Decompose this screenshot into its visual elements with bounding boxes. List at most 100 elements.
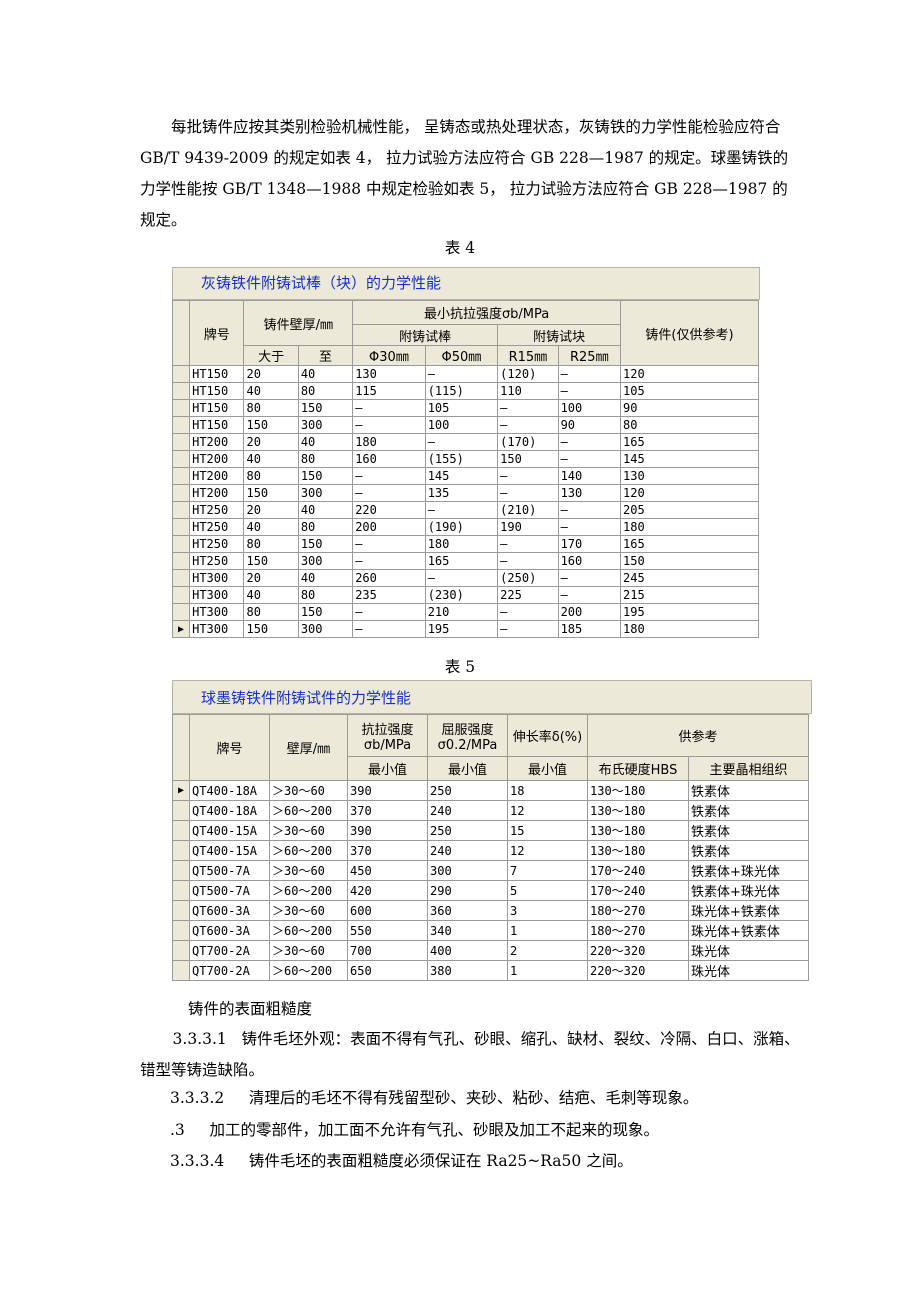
- table-cell[interactable]: 180: [352, 433, 426, 451]
- table-cell[interactable]: 240: [427, 800, 508, 821]
- table-cell[interactable]: 135: [424, 484, 499, 502]
- table-cell[interactable]: 80: [243, 467, 299, 485]
- row-selector[interactable]: [172, 820, 190, 841]
- table-cell[interactable]: ＞30～60: [269, 940, 348, 961]
- table-cell[interactable]: 80: [243, 603, 299, 621]
- table-row[interactable]: HT300 40 80 235 (230) 225—215: [171, 586, 759, 604]
- row-selector[interactable]: [171, 484, 191, 502]
- row-selector[interactable]: [172, 960, 190, 981]
- table-cell[interactable]: 130～180: [587, 780, 689, 801]
- table-cell[interactable]: 220～320: [587, 940, 689, 961]
- table-cell[interactable]: HT150: [189, 365, 245, 383]
- table-cell[interactable]: 165: [620, 433, 759, 451]
- row-selector[interactable]: [171, 467, 191, 485]
- table-cell[interactable]: 160: [557, 552, 622, 570]
- table-cell[interactable]: 90: [557, 416, 622, 434]
- table-cell[interactable]: 150: [497, 450, 559, 468]
- table-cell[interactable]: —: [557, 433, 622, 451]
- table-cell[interactable]: 铁素体: [687, 840, 810, 861]
- table-cell[interactable]: 120: [620, 484, 759, 502]
- table-cell[interactable]: 400: [427, 940, 508, 961]
- table-cell[interactable]: —: [352, 399, 426, 417]
- row-selector-arrow-icon[interactable]: ▶: [171, 620, 191, 638]
- table-cell[interactable]: QT400-18A: [189, 800, 270, 821]
- table-cell[interactable]: 370: [347, 800, 428, 821]
- table-cell[interactable]: —: [352, 620, 426, 638]
- table-cell[interactable]: 240: [427, 840, 508, 861]
- table-cell[interactable]: 7: [507, 860, 588, 881]
- table-cell[interactable]: —: [557, 518, 622, 536]
- table-cell[interactable]: (120): [497, 365, 559, 383]
- row-selector[interactable]: [172, 940, 190, 961]
- row-selector[interactable]: [172, 900, 190, 921]
- table-cell[interactable]: HT300: [189, 586, 245, 604]
- table-cell[interactable]: 80: [620, 416, 759, 434]
- table-cell[interactable]: 20: [243, 501, 299, 519]
- table-cell[interactable]: HT250: [189, 518, 245, 536]
- table-cell[interactable]: 205: [620, 501, 759, 519]
- table-row[interactable]: HT200 40 80 160 (155) 150—145: [171, 450, 759, 468]
- table-cell[interactable]: —: [497, 552, 559, 570]
- table-cell[interactable]: 铁素体: [687, 820, 810, 841]
- table-cell[interactable]: (170): [497, 433, 559, 451]
- table-cell[interactable]: 190: [497, 518, 559, 536]
- row-selector[interactable]: [172, 920, 190, 941]
- table-row[interactable]: HT150 80 150—105—100 90: [171, 399, 759, 417]
- table-cell[interactable]: 80: [297, 586, 354, 604]
- table-cell[interactable]: 150: [243, 552, 299, 570]
- table-cell[interactable]: 110: [497, 382, 559, 400]
- table-cell[interactable]: 165: [620, 535, 759, 553]
- table-cell[interactable]: —: [424, 365, 499, 383]
- table-row[interactable]: HT150 150 300—100—90 80: [171, 416, 759, 434]
- table-cell[interactable]: HT200: [189, 484, 245, 502]
- table-cell[interactable]: 18: [507, 780, 588, 801]
- table-cell[interactable]: 130: [557, 484, 622, 502]
- table-cell[interactable]: (115): [424, 382, 499, 400]
- table-cell[interactable]: ＞30～60: [269, 900, 348, 921]
- table-cell[interactable]: 80: [297, 382, 354, 400]
- table-cell[interactable]: ＞30～60: [269, 780, 348, 801]
- table-cell[interactable]: 5: [507, 880, 588, 901]
- table-cell[interactable]: ＞60～200: [269, 840, 348, 861]
- table-cell[interactable]: QT600-3A: [189, 900, 270, 921]
- table-cell[interactable]: 12: [507, 800, 588, 821]
- table-cell[interactable]: (230): [424, 586, 499, 604]
- table-cell[interactable]: HT150: [189, 399, 245, 417]
- table-cell[interactable]: —: [352, 552, 426, 570]
- table-cell[interactable]: 370: [347, 840, 428, 861]
- table-cell[interactable]: 220～320: [587, 960, 689, 981]
- table-cell[interactable]: 1: [507, 920, 588, 941]
- table-cell[interactable]: ＞30～60: [269, 860, 348, 881]
- table-cell[interactable]: 3: [507, 900, 588, 921]
- table-cell[interactable]: (190): [424, 518, 499, 536]
- row-selector[interactable]: [171, 399, 191, 417]
- table-cell[interactable]: 340: [427, 920, 508, 941]
- table-cell[interactable]: 20: [243, 365, 299, 383]
- table-cell[interactable]: —: [557, 569, 622, 587]
- table-cell[interactable]: 铁素体+珠光体: [687, 860, 810, 881]
- table-cell[interactable]: HT150: [189, 382, 245, 400]
- table-cell[interactable]: 300: [297, 620, 354, 638]
- table-cell[interactable]: 245: [620, 569, 759, 587]
- table-cell[interactable]: 珠光体: [687, 960, 810, 981]
- table-cell[interactable]: —: [352, 416, 426, 434]
- table-cell[interactable]: 200: [557, 603, 622, 621]
- table-cell[interactable]: 80: [297, 450, 354, 468]
- table-cell[interactable]: HT300: [189, 569, 245, 587]
- table-cell[interactable]: —: [352, 603, 426, 621]
- table-cell[interactable]: 180～270: [587, 900, 689, 921]
- table-cell[interactable]: 15: [507, 820, 588, 841]
- table-cell[interactable]: —: [557, 450, 622, 468]
- row-selector[interactable]: [171, 518, 191, 536]
- table-cell[interactable]: 210: [424, 603, 499, 621]
- table-row[interactable]: QT500-7A ＞30～60 450 300 7 170～240 铁素体+珠光体: [172, 860, 810, 881]
- table-cell[interactable]: (210): [497, 501, 559, 519]
- row-selector[interactable]: [171, 586, 191, 604]
- table-cell[interactable]: 250: [427, 780, 508, 801]
- table-cell[interactable]: 115: [352, 382, 426, 400]
- table-cell[interactable]: 195: [424, 620, 499, 638]
- table-cell[interactable]: 12: [507, 840, 588, 861]
- table-cell[interactable]: 170～240: [587, 860, 689, 881]
- row-selector[interactable]: [171, 416, 191, 434]
- table-cell[interactable]: 100: [424, 416, 499, 434]
